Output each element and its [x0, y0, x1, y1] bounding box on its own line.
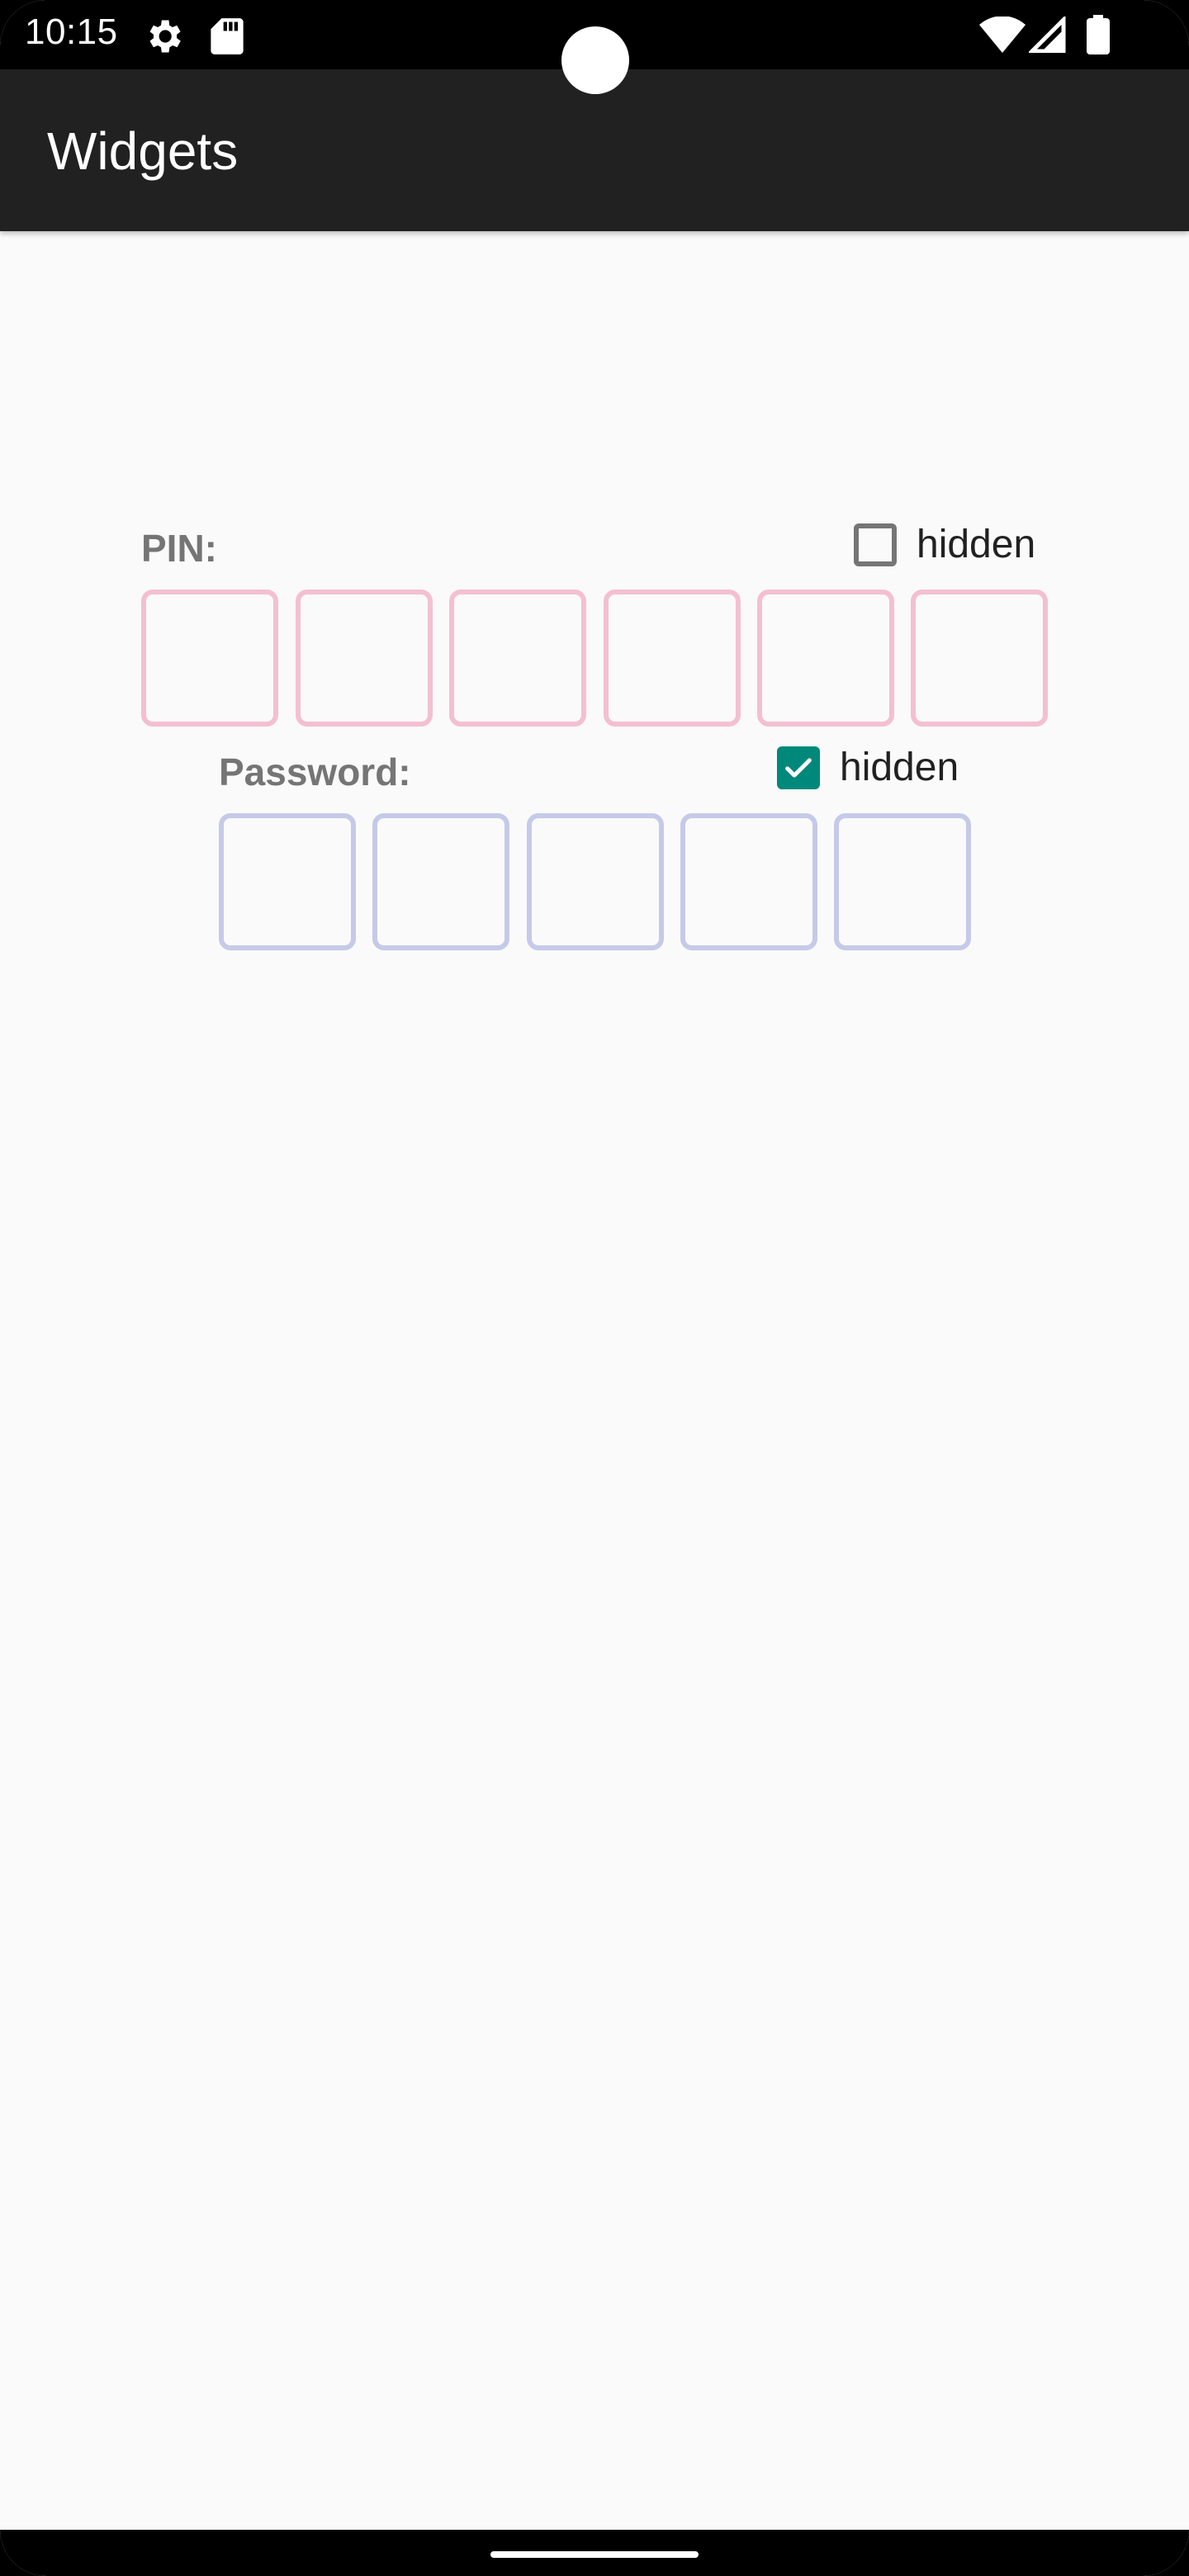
screen: 10:15 Widgets PIN: hidden Password: hidd…: [0, 0, 1189, 2576]
sd-card-icon: [210, 17, 244, 60]
pin-digit-6-input[interactable]: [911, 590, 1048, 727]
pin-digit-5-input[interactable]: [757, 590, 894, 727]
pin-digit-2-input[interactable]: [296, 590, 433, 727]
pin-hidden-label: hidden: [917, 523, 1036, 566]
password-digit-4-input[interactable]: [680, 813, 817, 950]
pin-digit-1-input[interactable]: [141, 590, 278, 727]
home-gesture-handle[interactable]: [490, 2551, 699, 2558]
wifi-icon: [979, 16, 1026, 57]
password-label: Password:: [219, 751, 411, 793]
checkmark-icon: [785, 757, 812, 778]
password-hidden-toggle[interactable]: hidden: [777, 745, 959, 790]
password-digit-1-input[interactable]: [219, 813, 356, 950]
pin-hidden-checkbox[interactable]: [854, 523, 897, 566]
pin-digit-4-input[interactable]: [604, 590, 741, 727]
password-hidden-checkbox[interactable]: [777, 746, 820, 789]
front-camera-cutout: [561, 26, 629, 94]
password-digit-3-input[interactable]: [527, 813, 664, 950]
password-digit-2-input[interactable]: [372, 813, 509, 950]
battery-icon: [1087, 15, 1110, 59]
password-hidden-label: hidden: [840, 746, 959, 789]
pin-hidden-toggle[interactable]: hidden: [854, 522, 1035, 567]
pin-label: PIN:: [141, 527, 217, 570]
app-title: Widgets: [47, 121, 239, 181]
pin-digit-3-input[interactable]: [449, 590, 586, 727]
password-digit-5-input[interactable]: [834, 813, 971, 950]
status-time: 10:15: [25, 12, 118, 52]
navigation-bar: [0, 2530, 1189, 2576]
signal-icon: [1026, 14, 1067, 57]
settings-gear-icon: [142, 15, 185, 62]
